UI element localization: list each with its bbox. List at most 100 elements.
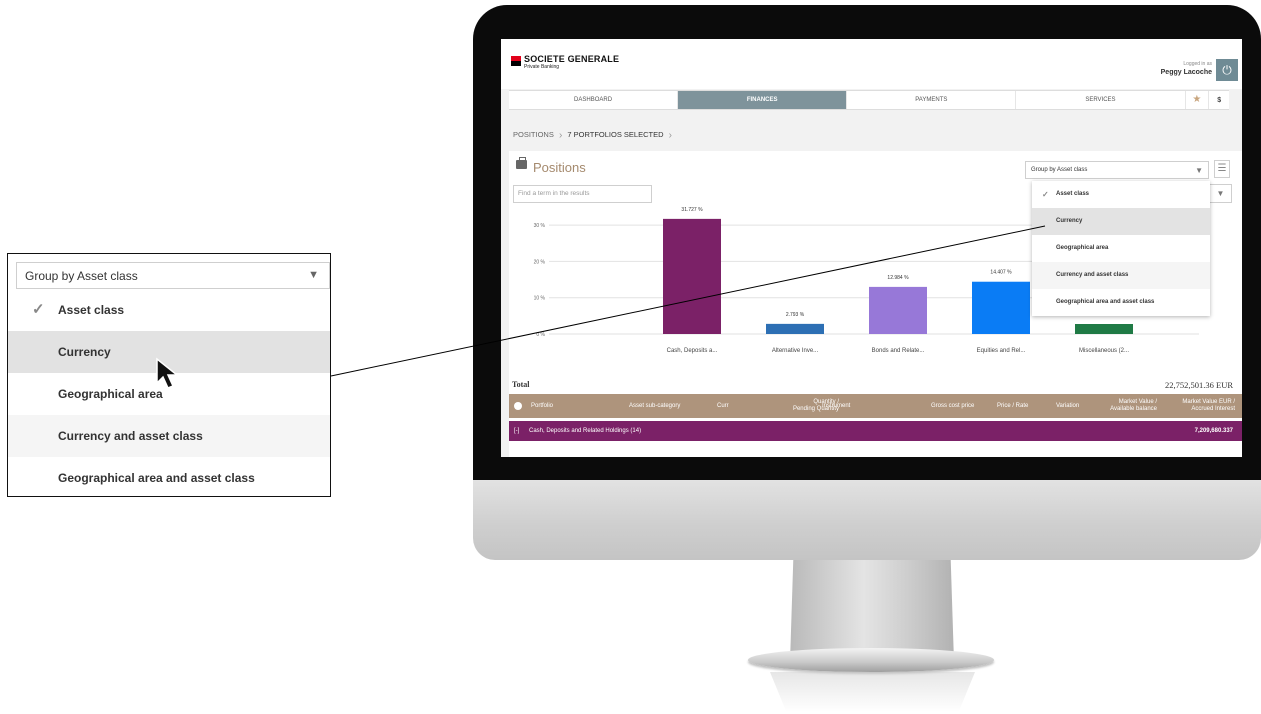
x-tick-label: Miscellaneous (2...	[1079, 348, 1129, 354]
x-tick-label: Bonds and Relate...	[872, 348, 925, 354]
callout-option-label: Asset class	[58, 303, 125, 317]
col-market-value-line2: Available balance	[1110, 406, 1157, 412]
breadcrumb-portfolios[interactable]: 7 PORTFOLIOS SELECTED	[567, 130, 663, 139]
mouse-cursor-icon	[156, 357, 180, 389]
group-by-select[interactable]: Group by Asset class ▼	[1025, 161, 1209, 179]
logout-button[interactable]: ⏻	[1216, 59, 1238, 81]
triangle-down-icon: ▼	[1216, 189, 1225, 198]
x-tick-label: Equities and Rel...	[977, 348, 1026, 354]
table-group-row[interactable]: [-] Cash, Deposits and Related Holdings …	[509, 421, 1242, 441]
app-screen: SOCIETE GENERALE Private Banking Logged …	[501, 39, 1242, 457]
callout-option-geo-and-asset-class[interactable]: Geographical area and asset class	[8, 457, 330, 496]
search-input[interactable]: Find a term in the results	[513, 185, 652, 203]
option-currency-and-asset-class[interactable]: Currency and asset class	[1032, 262, 1210, 289]
collapse-toggle[interactable]: [-]	[514, 421, 519, 441]
x-tick-label: Alternative Inve...	[772, 348, 819, 354]
briefcase-icon	[516, 157, 527, 169]
option-label: Currency	[1056, 218, 1083, 224]
col-asset-sub-category[interactable]: Asset sub-category	[629, 394, 680, 418]
group-name: Cash, Deposits and Related Holdings (14)	[529, 428, 642, 434]
option-label: Geographical area and asset class	[1056, 299, 1155, 305]
col-market-value-line1: Market Value /	[1118, 399, 1157, 405]
chevron-right-icon: ›	[668, 130, 672, 141]
callout-option-label: Currency and asset class	[58, 429, 203, 443]
tab-finances[interactable]: FINANCES	[678, 91, 848, 109]
brand-subtitle: Private Banking	[524, 64, 560, 70]
menu-icon[interactable]: ☰	[1214, 160, 1230, 178]
brand-name: SOCIETE GENERALE	[524, 54, 620, 64]
brand-logo-icon	[511, 56, 521, 66]
checkmark-icon: ✓	[32, 301, 45, 318]
callout-option-label: Currency	[58, 345, 111, 359]
total-value: 22,752,501.36 EUR	[1165, 380, 1233, 390]
option-label: Asset class	[1056, 191, 1090, 197]
bar-value-label: 12.984 %	[887, 275, 909, 281]
bar	[663, 218, 721, 334]
breadcrumb: POSITIONS › 7 PORTFOLIOS SELECTED ›	[513, 130, 675, 141]
col-curr[interactable]: Curr	[717, 394, 729, 418]
option-geo-and-asset-class[interactable]: Geographical area and asset class	[1032, 289, 1210, 316]
user-name: Peggy Lacoche	[1160, 69, 1212, 76]
breadcrumb-positions[interactable]: POSITIONS	[513, 130, 554, 139]
tab-dashboard[interactable]: DASHBOARD	[509, 91, 679, 109]
col-variation[interactable]: Variation	[1056, 394, 1079, 418]
option-label: Currency and asset class	[1056, 272, 1129, 278]
option-currency[interactable]: Currency	[1032, 208, 1210, 235]
callout-group-by-select[interactable]: Group by Asset class ▼	[16, 262, 330, 289]
col-mv-eur-line2: Accrued Interest	[1191, 406, 1235, 412]
bar-value-label: 2.793 %	[786, 312, 805, 318]
bar	[869, 286, 927, 334]
group-by-value: Group by Asset class	[1031, 167, 1088, 173]
triangle-down-icon: ▼	[308, 269, 319, 281]
callout-dropdown-list: ✓ Asset class Currency Geographical area…	[8, 289, 330, 496]
option-label: Geographical area	[1056, 245, 1109, 251]
monitor-stand-reflection	[770, 672, 975, 712]
positions-panel: Positions Find a term in the results Gro…	[509, 151, 1242, 457]
col-portfolio[interactable]: Portfolio	[531, 394, 553, 418]
group-amount: 7,209,680.337	[1194, 428, 1233, 434]
callout-group-by-value: Group by Asset class	[25, 269, 138, 283]
tab-payments[interactable]: PAYMENTS	[847, 91, 1017, 109]
monitor-stand-base	[748, 648, 994, 672]
favorites-star-icon[interactable]: ★	[1186, 91, 1210, 109]
bar-value-label: 14.407 %	[990, 270, 1012, 276]
monitor-stand-neck	[790, 560, 954, 662]
col-market-value-eur[interactable]: Market Value EUR / Accrued Interest	[1159, 394, 1235, 418]
y-tick-label: 10 %	[534, 296, 546, 302]
monitor-chin	[473, 480, 1261, 560]
callout-option-currency-and-asset-class[interactable]: Currency and asset class	[8, 415, 330, 457]
chevron-right-icon: ›	[558, 130, 563, 141]
col-market-value[interactable]: Market Value / Available balance	[1089, 394, 1157, 418]
col-mv-eur-line1: Market Value EUR /	[1182, 399, 1235, 405]
total-label: Total	[512, 380, 530, 389]
y-tick-label: 30 %	[534, 223, 546, 229]
bar	[766, 323, 824, 334]
triangle-down-icon: ▼	[1195, 166, 1203, 175]
y-tick-label: 0 %	[536, 332, 545, 338]
secondary-select[interactable]: ▼	[1209, 184, 1232, 203]
option-asset-class[interactable]: ✓ Asset class	[1032, 181, 1210, 208]
x-tick-label: Cash, Deposits a...	[667, 348, 718, 354]
y-tick-label: 20 %	[534, 259, 546, 265]
callout-option-label: Geographical area and asset class	[58, 471, 255, 485]
bar-value-label: 31.727 %	[681, 207, 703, 213]
power-icon: ⏻	[1222, 63, 1232, 77]
table-header: Portfolio Asset sub-category Curr Quanti…	[509, 394, 1242, 418]
currency-button[interactable]: $	[1209, 91, 1229, 109]
callout-option-label: Geographical area	[58, 387, 163, 401]
option-geographical-area[interactable]: Geographical area	[1032, 235, 1210, 262]
col-gross-cost-price[interactable]: Gross cost price	[931, 394, 974, 418]
logged-in-label: Logged in as	[1183, 61, 1212, 67]
bar	[1075, 324, 1133, 334]
tab-services[interactable]: SERVICES	[1016, 91, 1186, 109]
select-all-icon[interactable]	[514, 402, 522, 410]
bar	[972, 281, 1030, 334]
group-by-dropdown: ✓ Asset class Currency Geographical area…	[1032, 181, 1210, 316]
positions-title: Positions	[533, 160, 586, 175]
col-price-rate[interactable]: Price / Rate	[997, 394, 1028, 418]
checkmark-icon: ✓	[1042, 190, 1049, 199]
top-bar: SOCIETE GENERALE Private Banking Logged …	[501, 39, 1242, 89]
main-nav: DASHBOARD FINANCES PAYMENTS SERVICES ★ $	[509, 90, 1229, 110]
col-instrument[interactable]: Instrument	[822, 394, 850, 418]
callout-option-asset-class[interactable]: ✓ Asset class	[8, 289, 330, 331]
